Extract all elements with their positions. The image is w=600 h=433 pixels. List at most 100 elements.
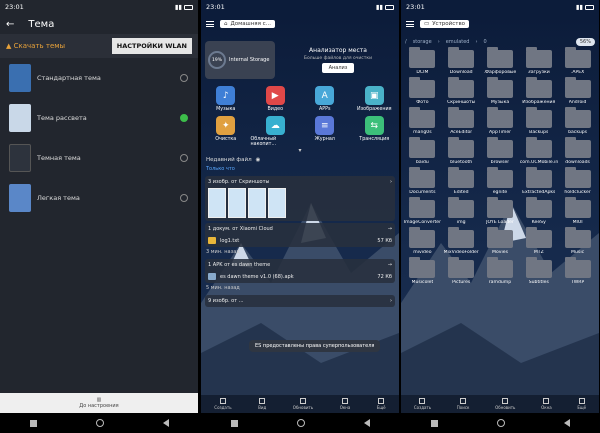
folder-item[interactable]: browser — [481, 137, 520, 165]
folder-item[interactable]: AppTimer — [481, 107, 520, 135]
folder-item[interactable]: Изображения — [519, 77, 558, 105]
category-log[interactable]: ≡ Журнал — [300, 116, 350, 147]
folder-item[interactable]: Backups — [519, 107, 558, 135]
folder-item[interactable]: .Фарфоровые — [481, 47, 520, 75]
path-segment[interactable]: 0 — [483, 39, 486, 45]
folder-item[interactable]: Pictures — [442, 257, 481, 285]
create-button[interactable]: Создать — [414, 398, 431, 410]
folder-item[interactable]: Android — [558, 77, 597, 105]
recents-button[interactable] — [230, 419, 238, 427]
folder-item[interactable]: com.UCMobile.intl — [519, 137, 558, 165]
more-button[interactable]: Ещё — [377, 398, 386, 410]
theme-radio[interactable] — [180, 74, 188, 82]
folder-item[interactable]: Subtitles — [519, 257, 558, 285]
analyze-button[interactable]: Анализ — [321, 63, 355, 73]
folder-item[interactable]: Загрузки — [519, 47, 558, 75]
folder-item[interactable]: Documents — [403, 167, 442, 195]
refresh-button[interactable]: Обновить — [293, 398, 313, 410]
refresh-button[interactable]: Обновить — [495, 398, 515, 410]
theme-item[interactable]: Темная тема — [0, 138, 198, 178]
breadcrumb[interactable]: ⌂ Домашняя с... — [220, 20, 275, 28]
folder-item[interactable]: Скриншоты — [442, 77, 481, 105]
search-button[interactable]: Поиск — [457, 398, 469, 410]
back-button[interactable] — [363, 419, 370, 427]
folder-item[interactable]: Edited — [442, 167, 481, 195]
back-arrow-icon[interactable]: ← — [6, 19, 14, 30]
folder-item[interactable]: downloads — [558, 137, 597, 165]
home-button[interactable] — [496, 419, 505, 427]
settings-footer[interactable]: ▥ До настроения — [0, 393, 198, 413]
folder-item[interactable]: KeeSy — [519, 197, 558, 225]
recent-card[interactable]: 9 изобр. от ... › — [205, 295, 395, 307]
home-button[interactable] — [95, 419, 104, 427]
folder-label: holdclucker — [564, 190, 591, 195]
folder-item[interactable]: DCIM — [403, 47, 442, 75]
folder-item[interactable]: bluetooth — [442, 137, 481, 165]
more-button[interactable]: Ещё — [577, 398, 586, 410]
theme-radio-selected[interactable] — [180, 114, 188, 122]
menu-icon[interactable] — [206, 21, 214, 27]
menu-icon[interactable] — [406, 21, 414, 27]
eye-icon[interactable]: ◉ — [256, 157, 261, 163]
theme-radio[interactable] — [180, 194, 188, 202]
folder-item[interactable]: mivideo — [403, 227, 442, 255]
folder-item[interactable]: AceEditor — [442, 107, 481, 135]
cloud-icon: ☁ — [265, 116, 285, 135]
theme-radio[interactable] — [180, 154, 188, 162]
folder-item[interactable]: egnite — [481, 167, 520, 195]
category-cloud[interactable]: ☁ Облачный накопит... — [251, 116, 301, 147]
folder-item[interactable]: baidu — [403, 137, 442, 165]
breadcrumb[interactable]: ▭ Устройство — [420, 20, 470, 28]
theme-item[interactable]: Стандартная тема — [0, 58, 198, 98]
folder-item[interactable]: JOYE Loader — [481, 197, 520, 225]
folder-item[interactable]: MixVideoFolder — [442, 227, 481, 255]
folder-item[interactable]: Музыка — [481, 77, 520, 105]
category-apps[interactable]: A APPs — [300, 86, 350, 112]
folder-item[interactable]: .APEX — [558, 47, 597, 75]
expand-chevron-icon[interactable]: ▾ — [201, 147, 399, 154]
create-button[interactable]: Создать — [214, 398, 232, 410]
folder-item[interactable]: ExtractedApks — [519, 167, 558, 195]
folder-label: AppTimer — [488, 130, 512, 135]
download-themes-label[interactable]: ▲ Скачать темы — [6, 42, 65, 50]
folder-item[interactable]: Movies — [481, 227, 520, 255]
category-music[interactable]: ♪ Музыка — [201, 86, 251, 112]
theme-thumbnail — [9, 144, 31, 172]
path-segment[interactable]: emulated — [446, 39, 470, 45]
folder-item[interactable]: Download — [442, 47, 481, 75]
home-button[interactable] — [296, 419, 305, 427]
back-button[interactable] — [563, 419, 570, 427]
folder-item[interactable]: Фото — [403, 77, 442, 105]
windows-button[interactable]: Окна — [541, 398, 552, 410]
folder-item[interactable]: MTZ — [519, 227, 558, 255]
view-button[interactable]: Вид — [258, 398, 266, 410]
folder-item[interactable]: Music — [558, 227, 597, 255]
theme-item[interactable]: Легкая тема — [0, 178, 198, 218]
category-cast[interactable]: ⇆ Трансляция — [350, 116, 400, 147]
category-images[interactable]: ▣ Изображения — [350, 86, 400, 112]
path-segment[interactable]: storage — [413, 39, 432, 45]
folder-item[interactable]: Musicolet — [403, 257, 442, 285]
folder-item[interactable]: mang0s — [403, 107, 442, 135]
category-cleaner[interactable]: ✦ Очистка — [201, 116, 251, 147]
recent-card[interactable]: 1 APK от es dawn theme → es dawn theme v1… — [205, 259, 395, 283]
folder-item[interactable]: ImageConverter — [403, 197, 442, 225]
folder-item[interactable]: holdclucker — [558, 167, 597, 195]
folder-label: .APEX — [570, 70, 585, 75]
windows-button[interactable]: Окна — [340, 398, 350, 410]
recent-card[interactable]: 1 докум. от Xiaomi Cloud → log1.txt 57 Кб — [205, 223, 395, 247]
recent-card[interactable]: 3 изобр. от Скриншоты › — [205, 176, 395, 221]
folder-item[interactable]: TWRP — [558, 257, 597, 285]
path-segment[interactable]: / — [405, 39, 407, 45]
back-button[interactable] — [162, 419, 169, 427]
folder-item[interactable]: ramdump — [481, 257, 520, 285]
recents-button[interactable] — [29, 419, 37, 427]
wlan-settings-button[interactable]: НАСТРОЙКИ WLAN — [111, 38, 192, 54]
storage-card[interactable]: 19% Internal Storage — [205, 41, 275, 79]
folder-item[interactable]: img — [442, 197, 481, 225]
recents-button[interactable] — [430, 419, 438, 427]
folder-item[interactable]: MIUI — [558, 197, 597, 225]
folder-item[interactable]: backups — [558, 107, 597, 135]
theme-item[interactable]: Тема рассвета — [0, 98, 198, 138]
category-video[interactable]: ▶ Видео — [251, 86, 301, 112]
